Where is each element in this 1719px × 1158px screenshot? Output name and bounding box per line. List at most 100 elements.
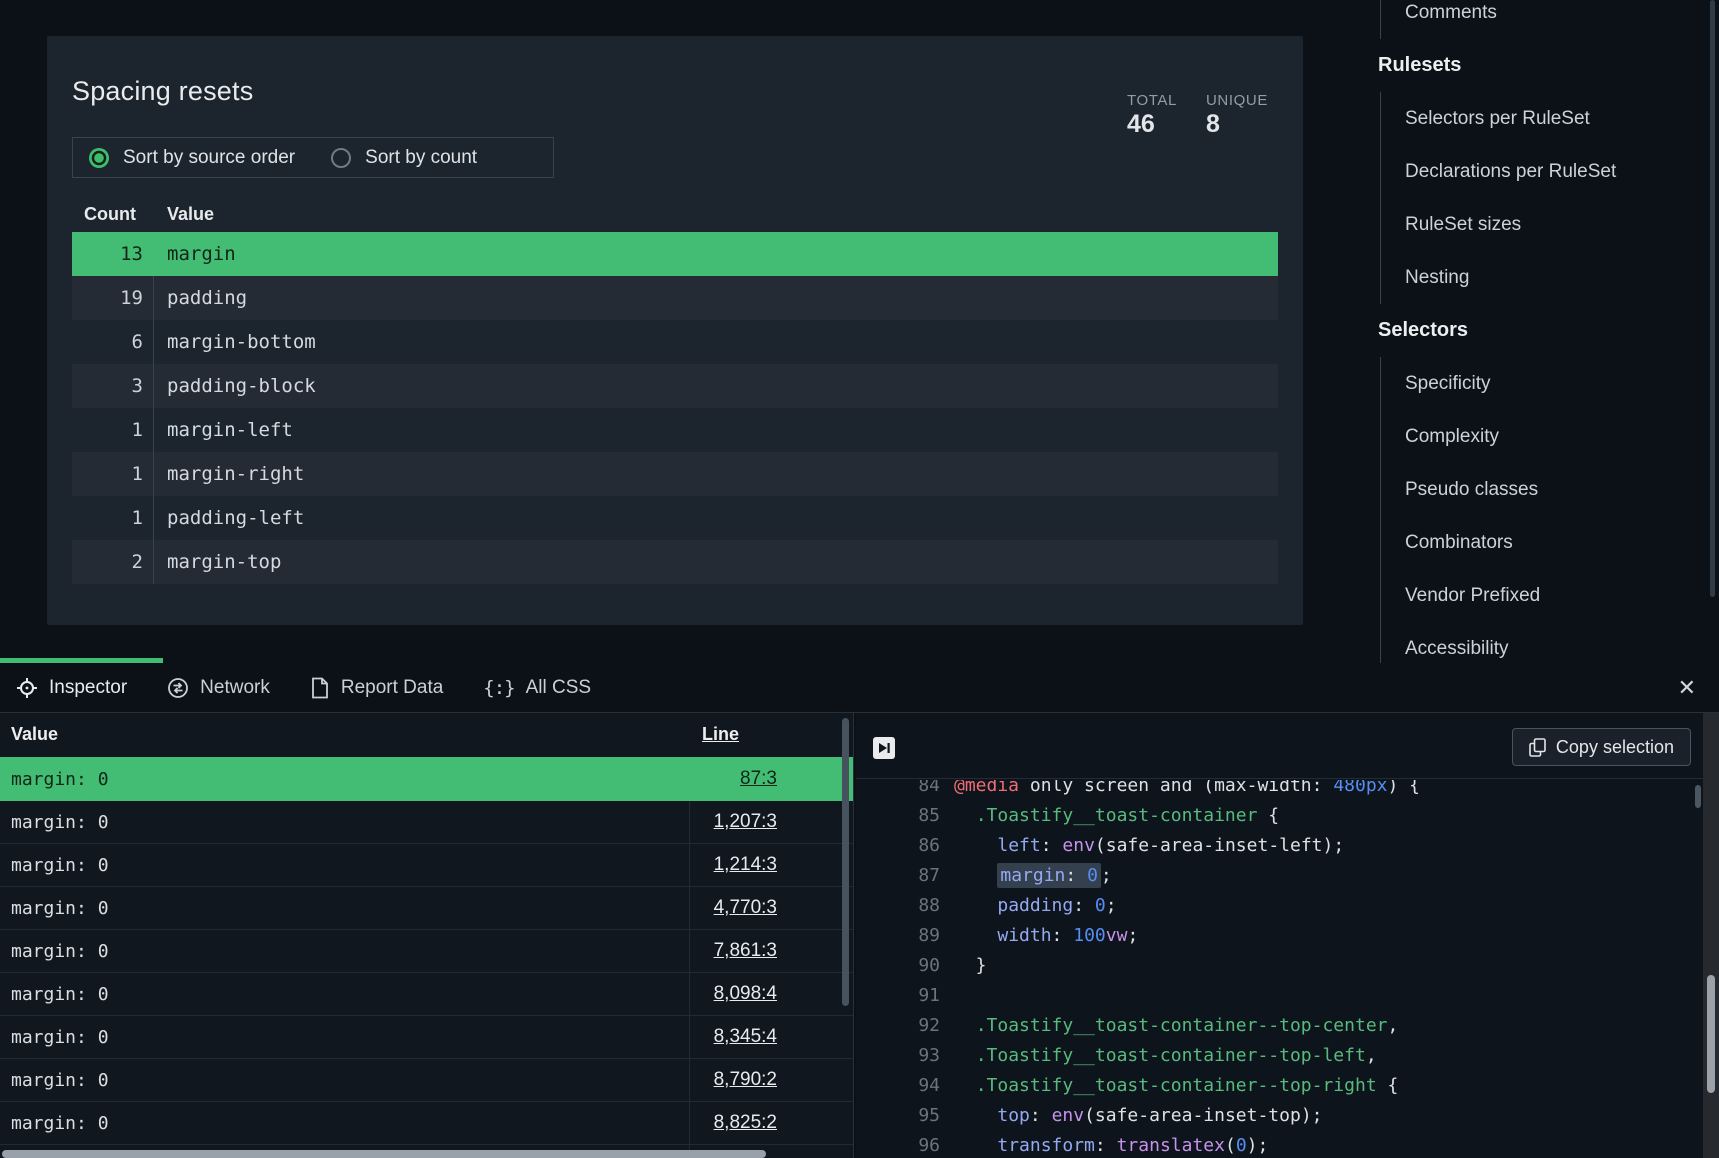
radio-sort-source-order[interactable] bbox=[89, 148, 109, 168]
inspector-header-line[interactable]: Line bbox=[702, 724, 739, 745]
sidebar-heading-selectors: Selectors bbox=[1360, 319, 1468, 342]
braces-icon: {:} bbox=[483, 677, 514, 699]
row-value: margin-right bbox=[167, 463, 304, 485]
stat-unique: UNIQUE 8 bbox=[1206, 92, 1268, 139]
inspector-vertical-scrollbar[interactable] bbox=[842, 718, 849, 1006]
code-text: .Toastify__toast-container { bbox=[954, 805, 1279, 826]
copy-selection-button[interactable]: Copy selection bbox=[1512, 728, 1691, 766]
bottom-tab-bar: Inspector Network Report Data {:} All CS… bbox=[0, 663, 1719, 713]
metrics-sidebar: Comments Rulesets Selectors per RuleSetDec… bbox=[1360, 0, 1705, 675]
inspector-row[interactable]: margin: 08,790:2 bbox=[0, 1059, 853, 1102]
sidebar-item-specificity[interactable]: Specificity bbox=[1360, 357, 1705, 410]
inspector-panel: Value Line margin: 087:3margin: 01,207:3… bbox=[0, 713, 853, 1158]
sidebar-item-vendor-prefixed[interactable]: Vendor Prefixed bbox=[1360, 569, 1705, 622]
sidebar-item-complexity[interactable]: Complexity bbox=[1360, 410, 1705, 463]
sort-radio-group: Sort by source order Sort by count bbox=[72, 137, 554, 178]
row-count: 1 bbox=[72, 463, 143, 485]
column-divider bbox=[153, 540, 154, 584]
tab-inspector[interactable]: Inspector bbox=[16, 677, 127, 699]
sidebar-scrollbar[interactable] bbox=[1710, 0, 1715, 597]
sidebar-heading-rulesets: Rulesets bbox=[1360, 54, 1461, 77]
spacing-row-padding[interactable]: 19padding bbox=[72, 276, 1278, 320]
spacing-row-margin-bottom[interactable]: 6margin-bottom bbox=[72, 320, 1278, 364]
code-line-85: 85 .Toastify__toast-container { bbox=[856, 800, 1687, 830]
line-link[interactable]: 87:3 bbox=[740, 768, 777, 790]
sidebar-item-nesting[interactable]: Nesting bbox=[1360, 251, 1705, 304]
line-number: 92 bbox=[856, 1015, 940, 1036]
line-number: 88 bbox=[856, 895, 940, 916]
spacing-row-margin-left[interactable]: 1margin-left bbox=[72, 408, 1278, 452]
row-count: 1 bbox=[72, 419, 143, 441]
row-count: 6 bbox=[72, 331, 143, 353]
row-count: 3 bbox=[72, 375, 143, 397]
row-count: 1 bbox=[72, 507, 143, 529]
card-title: Spacing resets bbox=[72, 76, 253, 107]
inspector-row[interactable]: margin: 0 4,770:3 bbox=[0, 887, 853, 930]
inspector-row[interactable]: margin: 01,207:3 bbox=[0, 801, 853, 844]
inspector-horizontal-scrollbar[interactable] bbox=[2, 1150, 766, 1158]
code-line-93: 93 .Toastify__toast-container--top-left, bbox=[856, 1040, 1687, 1070]
line-link[interactable]: 1,214:3 bbox=[714, 854, 777, 876]
page-scrollbar-thumb[interactable] bbox=[1707, 975, 1715, 1093]
panel-divider bbox=[853, 713, 854, 1158]
spacing-row-margin[interactable]: 13margin bbox=[72, 232, 1278, 276]
code-line-96: 96 transform: translatex(0); bbox=[856, 1130, 1687, 1158]
column-divider bbox=[153, 276, 154, 320]
inspector-row[interactable]: margin: 07,861:3 bbox=[0, 930, 853, 973]
spacing-row-margin-top[interactable]: 2margin-top bbox=[72, 540, 1278, 584]
inspector-table-header: Value Line bbox=[0, 713, 853, 757]
code-line-86: 86 left: env(safe-area-inset-left); bbox=[856, 830, 1687, 860]
stat-unique-value: 8 bbox=[1206, 110, 1268, 139]
spacing-table: 13margin19padding6margin-bottom 3 padding-… bbox=[72, 232, 1278, 584]
line-number: 85 bbox=[856, 805, 940, 826]
spacing-row-margin-right[interactable]: 1 margin-right bbox=[72, 452, 1278, 496]
inspector-header-value: Value bbox=[11, 724, 58, 745]
inspector-table: margin: 087:3margin: 01,207:3margin: 01,… bbox=[0, 757, 853, 1158]
copy-icon bbox=[1529, 738, 1546, 757]
line-link[interactable]: 8,345:4 bbox=[714, 1026, 777, 1048]
line-number: 90 bbox=[856, 955, 940, 976]
radio-sort-source-order-label[interactable]: Sort by source order bbox=[123, 147, 295, 169]
transfer-icon bbox=[167, 677, 189, 699]
declaration-value: margin: 0 bbox=[11, 898, 109, 919]
radio-sort-count[interactable] bbox=[331, 148, 351, 168]
inspector-row[interactable]: margin: 0 1,214:3 bbox=[0, 844, 853, 887]
sidebar-item-ruleset-sizes[interactable]: RuleSet sizes bbox=[1360, 198, 1705, 251]
column-header-value: Value bbox=[167, 204, 214, 225]
line-link[interactable]: 8,825:2 bbox=[714, 1112, 777, 1134]
code-line-88: 88 padding: 0; bbox=[856, 890, 1687, 920]
spacing-row-padding-block[interactable]: 3 padding-block bbox=[72, 364, 1278, 408]
sidebar-item-combinators[interactable]: Combinators bbox=[1360, 516, 1705, 569]
line-link[interactable]: 8,098:4 bbox=[714, 983, 777, 1005]
row-value: margin-top bbox=[167, 551, 281, 573]
expand-icon bbox=[877, 741, 891, 755]
tab-all-css[interactable]: {:} All CSS bbox=[483, 677, 591, 699]
spacing-resets-card: Spacing resets TOTAL 46 UNIQUE 8 Sort by… bbox=[47, 36, 1303, 625]
sidebar-item-declarations-per-ruleset[interactable]: Declarations per RuleSet bbox=[1360, 145, 1705, 198]
close-panel-button[interactable]: ✕ bbox=[1678, 663, 1696, 713]
line-link[interactable]: 4,770:3 bbox=[714, 897, 777, 919]
stat-total-value: 46 bbox=[1127, 110, 1177, 139]
declaration-value: margin: 0 bbox=[11, 855, 109, 876]
inspector-row[interactable]: margin: 087:3 bbox=[0, 757, 853, 801]
sidebar-item-pseudo-classes[interactable]: Pseudo classes bbox=[1360, 463, 1705, 516]
radio-sort-count-label[interactable]: Sort by count bbox=[365, 147, 477, 169]
line-link[interactable]: 8,790:2 bbox=[714, 1069, 777, 1091]
expand-panel-button[interactable] bbox=[873, 737, 895, 759]
tab-network[interactable]: Network bbox=[167, 677, 270, 699]
spacing-row-padding-left[interactable]: 1padding-left bbox=[72, 496, 1278, 540]
inspector-row[interactable]: margin: 08,825:2 bbox=[0, 1102, 853, 1145]
inspector-row[interactable]: margin: 08,345:4 bbox=[0, 1016, 853, 1059]
line-link[interactable]: 7,861:3 bbox=[714, 940, 777, 962]
line-link[interactable]: 1,207:3 bbox=[714, 811, 777, 833]
row-value: padding-block bbox=[167, 375, 316, 397]
code-line-91: 91 bbox=[856, 980, 1687, 1010]
line-number: 89 bbox=[856, 925, 940, 946]
code-text: margin: 0; bbox=[954, 865, 1112, 886]
sidebar-item-selectors-per-ruleset[interactable]: Selectors per RuleSet bbox=[1360, 92, 1705, 145]
code-scrollbar-thumb[interactable] bbox=[1695, 785, 1701, 808]
inspector-row[interactable]: margin: 08,098:4 bbox=[0, 973, 853, 1016]
tab-report-data[interactable]: Report Data bbox=[310, 677, 443, 699]
sidebar-item-comments[interactable]: Comments bbox=[1360, 0, 1705, 39]
code-text: .Toastify__toast-container--top-center, bbox=[954, 1015, 1398, 1036]
